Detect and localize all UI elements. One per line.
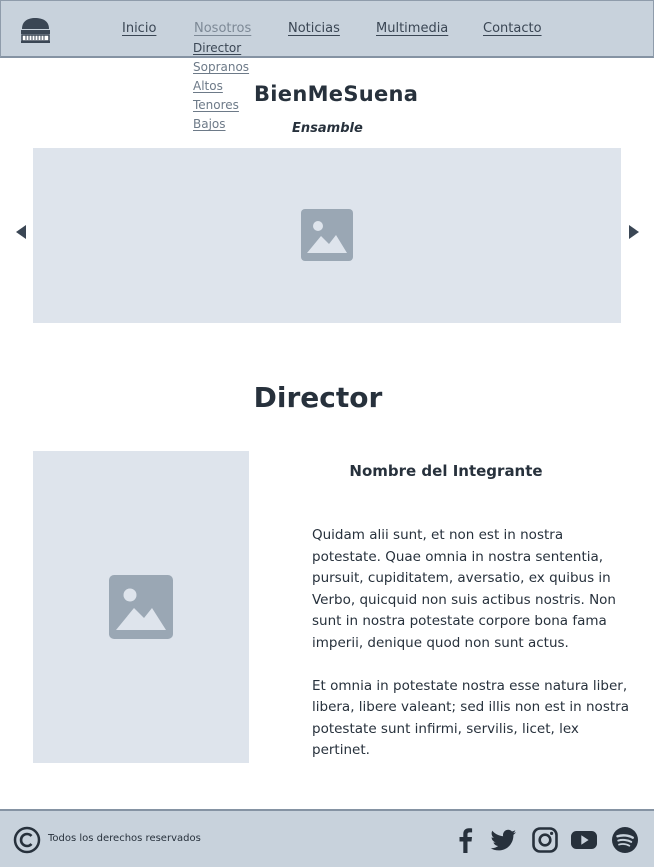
nav-inicio[interactable]: Inicio xyxy=(122,21,156,36)
dropdown-item-bajos[interactable]: Bajos xyxy=(193,116,249,135)
copyright-text: Todos los derechos reservados xyxy=(48,833,201,844)
top-navbar: Inicio Nosotros Noticias Multimedia Cont… xyxy=(0,0,654,58)
image-placeholder-icon xyxy=(109,575,173,639)
dropdown-item-altos[interactable]: Altos xyxy=(193,78,249,97)
member-photo-placeholder xyxy=(33,451,249,763)
carousel-next-arrow-icon[interactable] xyxy=(628,224,640,240)
nav-contacto[interactable]: Contacto xyxy=(483,21,542,36)
image-placeholder-icon xyxy=(301,209,353,261)
dropdown-item-sopranos[interactable]: Sopranos xyxy=(193,59,249,78)
spotify-icon[interactable] xyxy=(611,826,639,854)
nosotros-dropdown-menu: Director Sopranos Altos Tenores Bajos xyxy=(193,40,249,135)
image-carousel xyxy=(33,148,621,323)
nav-multimedia[interactable]: Multimedia xyxy=(376,21,448,36)
member-name: Nombre del Integrante xyxy=(349,462,543,480)
youtube-icon[interactable] xyxy=(570,826,598,854)
copyright-icon xyxy=(13,826,41,854)
dropdown-item-tenores[interactable]: Tenores xyxy=(193,97,249,116)
nav-nosotros[interactable]: Nosotros xyxy=(194,21,251,36)
bio-paragraph: Et omnia in potestate nostra esse natura… xyxy=(312,677,629,759)
bio-paragraph: Quidam alii sunt, et non est in nostra p… xyxy=(312,527,616,651)
piano-logo-icon[interactable] xyxy=(20,17,51,44)
section-title: Director xyxy=(253,381,383,414)
instagram-icon[interactable] xyxy=(531,826,559,854)
facebook-icon[interactable] xyxy=(452,826,480,854)
dropdown-item-director[interactable]: Director xyxy=(193,40,249,59)
brand-subtitle: Ensamble xyxy=(292,121,363,136)
brand-title: BienMeSuena xyxy=(254,82,419,106)
twitter-icon[interactable] xyxy=(489,826,517,854)
nav-noticias[interactable]: Noticias xyxy=(288,21,340,36)
member-bio: Quidam alii sunt, et non est in nostra p… xyxy=(312,525,630,762)
carousel-prev-arrow-icon[interactable] xyxy=(15,224,27,240)
footer: Todos los derechos reservados xyxy=(0,809,654,867)
